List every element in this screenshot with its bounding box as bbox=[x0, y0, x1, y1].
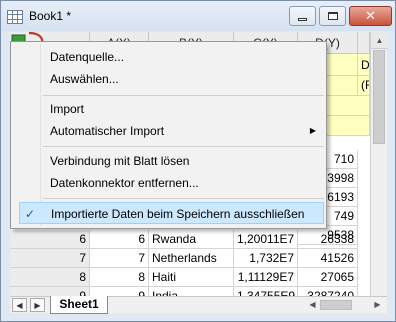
scroll-up-icon[interactable]: ▲ bbox=[371, 32, 388, 49]
menu-item-label: Verbindung mit Blatt lösen bbox=[50, 154, 190, 168]
table-cell[interactable]: 1,11129E7 bbox=[234, 268, 298, 287]
horizontal-scroll-thumb[interactable] bbox=[320, 300, 352, 310]
close-icon: ✕ bbox=[365, 8, 376, 24]
row-header[interactable]: 6 bbox=[10, 230, 90, 249]
row-header[interactable]: 8 bbox=[10, 268, 90, 287]
units-cell-e[interactable]: (F bbox=[358, 76, 370, 96]
submenu-arrow-icon: ▶ bbox=[309, 126, 316, 135]
scroll-left-icon[interactable]: ◀ bbox=[305, 298, 320, 312]
minimize-icon bbox=[298, 17, 307, 21]
table-cell[interactable]: 8 bbox=[90, 268, 149, 287]
menu-separator bbox=[43, 146, 324, 147]
maximize-icon bbox=[327, 12, 338, 20]
table-cell[interactable]: 3287240 bbox=[298, 287, 358, 296]
table-cell[interactable]: 7 bbox=[90, 249, 149, 268]
tab-prev-icon[interactable]: ◀ bbox=[12, 298, 27, 312]
menu-item-label: Auswählen... bbox=[50, 72, 119, 86]
tab-next-icon[interactable]: ▶ bbox=[30, 298, 45, 312]
menu-separator bbox=[43, 95, 324, 96]
table-cell[interactable]: Haiti bbox=[149, 268, 234, 287]
long-name-cell-e[interactable]: D bbox=[358, 54, 370, 76]
table-cell[interactable]: 1,20011E7 bbox=[234, 230, 298, 249]
table-cell[interactable]: India bbox=[149, 287, 234, 296]
menu-item-automatischer-import[interactable]: Automatischer Import ▶ bbox=[13, 120, 324, 142]
table-cell[interactable]: 26338 bbox=[298, 230, 358, 249]
row-header[interactable]: 7 bbox=[10, 249, 90, 268]
table-cell[interactable]: 1,34755E9 bbox=[234, 287, 298, 296]
menu-item-label: Importierte Daten beim Speichern ausschl… bbox=[51, 207, 305, 221]
minimize-button[interactable] bbox=[289, 6, 316, 26]
menu-item-datenquelle[interactable]: Datenquelle... bbox=[13, 46, 324, 68]
table-cell[interactable]: 41526 bbox=[298, 249, 358, 268]
table-cell[interactable]: 27065 bbox=[298, 268, 358, 287]
title-bar[interactable]: Book1 * ✕ bbox=[1, 1, 395, 31]
row-header[interactable]: 9 bbox=[10, 287, 90, 296]
sheet-tab-bar: ◀ ▶ Sheet1 ◀ ▶ bbox=[10, 296, 387, 314]
scroll-thumb[interactable] bbox=[373, 50, 385, 144]
menu-item-verbindung-loesen[interactable]: Verbindung mit Blatt lösen bbox=[13, 150, 324, 172]
column-header-e[interactable] bbox=[358, 32, 370, 54]
workbook-icon bbox=[7, 10, 23, 24]
menu-item-importierte-daten-ausschliessen[interactable]: ✓ Importierte Daten beim Speichern aussc… bbox=[19, 202, 324, 224]
table-cell[interactable]: Rwanda bbox=[149, 230, 234, 249]
table-cell[interactable]: Netherlands bbox=[149, 249, 234, 268]
close-button[interactable]: ✕ bbox=[349, 6, 392, 26]
menu-item-label: Datenkonnektor entfernen... bbox=[50, 176, 199, 190]
menu-item-label: Import bbox=[50, 102, 85, 116]
menu-item-auswaehlen[interactable]: Auswählen... bbox=[13, 68, 324, 90]
vertical-scrollbar[interactable]: ▲ bbox=[370, 32, 388, 296]
menu-item-import[interactable]: Import bbox=[13, 98, 324, 120]
menu-separator bbox=[43, 198, 324, 199]
menu-item-label: Automatischer Import bbox=[50, 124, 165, 138]
maximize-button[interactable] bbox=[319, 6, 346, 26]
menu-item-datenkonnektor-entfernen[interactable]: Datenkonnektor entfernen... bbox=[13, 172, 324, 194]
scroll-right-icon[interactable]: ▶ bbox=[370, 298, 385, 312]
menu-item-label: Datenquelle... bbox=[50, 50, 125, 64]
table-cell[interactable]: 9 bbox=[90, 287, 149, 296]
table-cell[interactable]: 6 bbox=[90, 230, 149, 249]
tab-sheet1[interactable]: Sheet1 bbox=[50, 296, 108, 314]
context-menu: Datenquelle... Auswählen... Import Autom… bbox=[10, 41, 327, 229]
table-cell[interactable]: 1,732E7 bbox=[234, 249, 298, 268]
window-title: Book1 * bbox=[29, 9, 72, 23]
checkmark-icon: ✓ bbox=[25, 207, 36, 221]
